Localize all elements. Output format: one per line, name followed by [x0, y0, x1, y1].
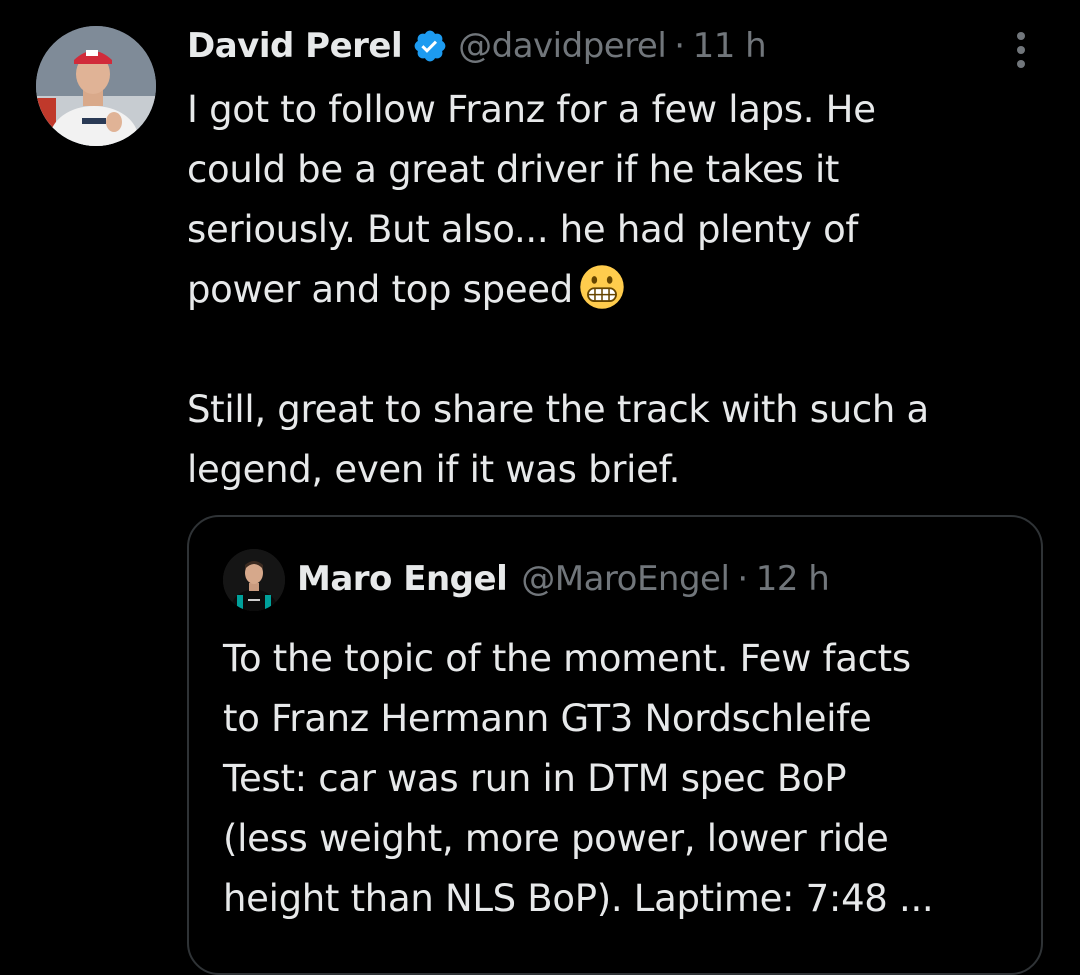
quoted-tweet-card[interactable]: Maro Engel @MaroEngel · 12 h To the topi…: [187, 515, 1043, 975]
more-options-icon[interactable]: [1006, 28, 1036, 72]
grimacing-face-emoji-icon: [579, 264, 625, 310]
tweet-timestamp[interactable]: 11 h: [693, 26, 767, 66]
tweet-line: Still, great to share the track with suc…: [187, 388, 929, 431]
tweet-line-with-emoji: power and top speed: [187, 260, 1047, 320]
more-dot: [1017, 46, 1025, 54]
quoted-avatar-photo: [223, 549, 285, 611]
more-dot: [1017, 32, 1025, 40]
tweet-line: could be a great driver if he takes it: [187, 148, 840, 191]
quoted-author-display-name[interactable]: Maro Engel: [297, 559, 508, 599]
separator-dot: ·: [737, 559, 748, 599]
tweet-line: seriously. But also... he had plenty of: [187, 208, 859, 251]
quoted-tweet-line: (less weight, more power, lower ride: [223, 817, 889, 860]
tweet-card[interactable]: David Perel @davidperel · 11 h I got to …: [0, 0, 1080, 975]
quoted-tweet-line: to Franz Hermann GT3 Nordschleife: [223, 697, 872, 740]
quoted-author-avatar[interactable]: [223, 549, 285, 611]
quoted-tweet-line: To the topic of the moment. Few facts: [223, 637, 911, 680]
more-dot: [1017, 60, 1025, 68]
tweet-line: legend, even if it was brief.: [187, 448, 681, 491]
author-avatar[interactable]: [36, 26, 156, 146]
quoted-tweet-timestamp[interactable]: 12 h: [756, 559, 830, 599]
tweet-line: I got to follow Franz for a few laps. He: [187, 88, 876, 131]
verified-badge-icon: [412, 28, 448, 64]
author-handle[interactable]: @davidperel: [458, 26, 667, 66]
quoted-tweet-body: To the topic of the moment. Few facts to…: [223, 629, 1023, 929]
quoted-tweet-header: Maro Engel @MaroEngel · 12 h: [297, 553, 830, 605]
separator-dot: ·: [674, 26, 685, 66]
quoted-tweet-line: height than NLS BoP). Laptime: 7:48 ...: [223, 877, 934, 920]
tweet-header: David Perel @davidperel · 11 h: [187, 22, 767, 70]
quoted-author-handle[interactable]: @MaroEngel: [521, 559, 730, 599]
author-display-name[interactable]: David Perel: [187, 26, 403, 66]
tweet-line: power and top speed: [187, 268, 573, 311]
avatar-photo: [36, 26, 156, 146]
quoted-tweet-line: Test: car was run in DTM spec BoP: [223, 757, 847, 800]
tweet-body: I got to follow Franz for a few laps. He…: [187, 80, 1047, 500]
